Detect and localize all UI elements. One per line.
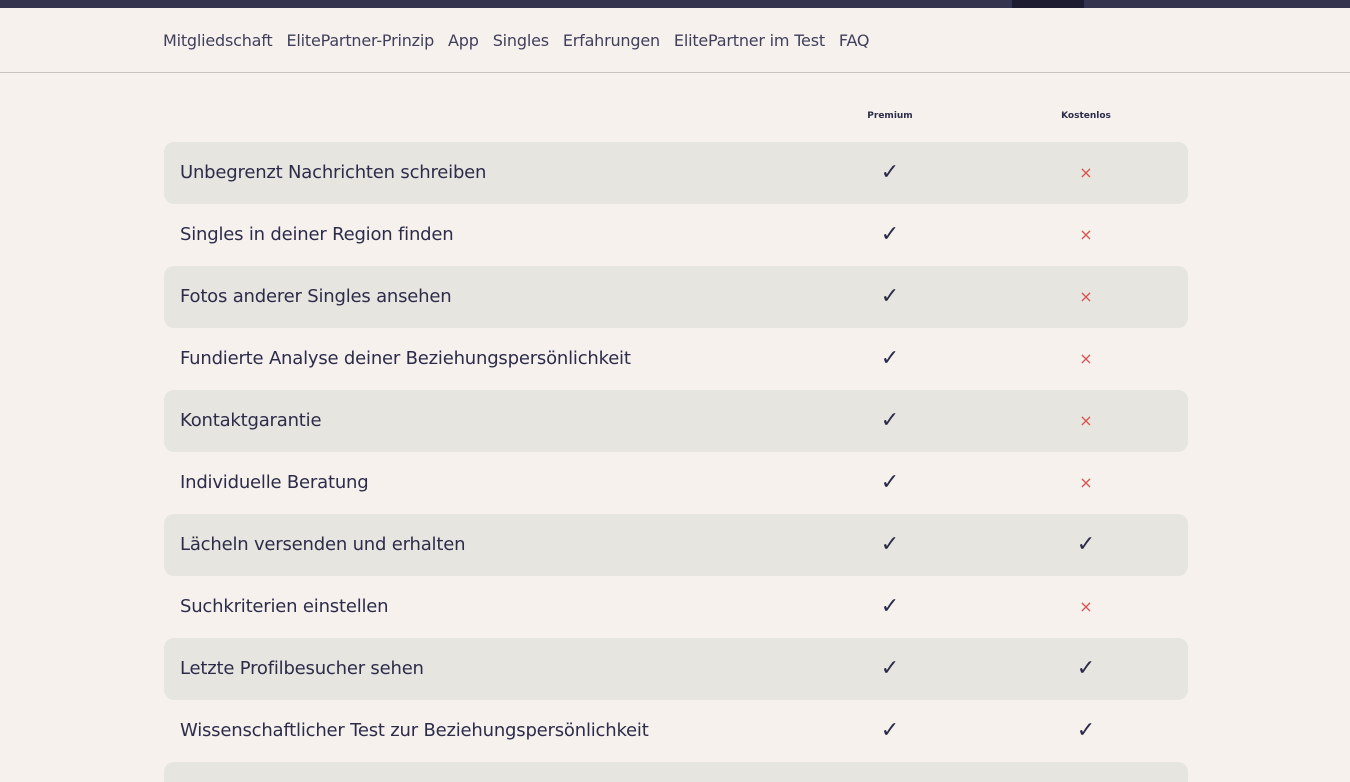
table-row: Unbegrenzt Nachrichten schreiben ✓ × (164, 142, 1188, 204)
feature-label: Letzte Profilbesucher sehen (180, 658, 424, 679)
check-icon: ✓ (880, 346, 900, 371)
check-icon: ✓ (880, 284, 900, 309)
table-row: Wissenschaftlicher Test zur Beziehungspe… (164, 700, 1188, 762)
top-color-bar (0, 0, 1350, 8)
comparison-table-rows: Unbegrenzt Nachrichten schreiben ✓ × Single… (164, 142, 1188, 762)
cross-icon: × (1079, 473, 1093, 492)
feature-label: Singles in deiner Region finden (180, 224, 454, 245)
nav-item-mitgliedschaft[interactable]: Mitgliedschaft (163, 31, 273, 50)
nav-item-elitepartner-prinzip[interactable]: ElitePartner-Prinzip (286, 31, 434, 50)
main-navigation: Mitgliedschaft ElitePartner-Prinzip App … (0, 8, 1350, 73)
free-cell: × (1056, 576, 1116, 638)
cross-icon: × (1079, 287, 1093, 306)
feature-label: Suchkriterien einstellen (180, 596, 389, 617)
premium-cell: ✓ (860, 700, 920, 762)
cross-icon: × (1079, 597, 1093, 616)
nav-item-app[interactable]: App (448, 31, 479, 50)
free-cell: × (1056, 204, 1116, 266)
free-cell: × (1056, 266, 1116, 328)
premium-cell: ✓ (860, 638, 920, 700)
premium-cell: ✓ (860, 204, 920, 266)
premium-cell: ✓ (860, 142, 920, 204)
table-row: Singles in deiner Region finden ✓ × (164, 204, 1188, 266)
premium-cell: ✓ (860, 452, 920, 514)
premium-cell: ✓ (860, 514, 920, 576)
check-icon: ✓ (880, 718, 900, 743)
cross-icon: × (1079, 225, 1093, 244)
feature-label: Wissenschaftlicher Test zur Beziehungspe… (180, 720, 649, 741)
nav-item-erfahrungen[interactable]: Erfahrungen (563, 31, 660, 50)
check-icon: ✓ (880, 222, 900, 247)
feature-label: Individuelle Beratung (180, 472, 369, 493)
premium-cell: ✓ (860, 328, 920, 390)
column-header-premium: Premium (867, 111, 913, 121)
free-cell: × (1056, 390, 1116, 452)
free-cell: × (1056, 142, 1116, 204)
table-row-partial (164, 762, 1188, 782)
nav-item-singles[interactable]: Singles (493, 31, 549, 50)
table-row: Lächeln versenden und erhalten ✓ ✓ (164, 514, 1188, 576)
check-icon: ✓ (880, 160, 900, 185)
nav-item-elitepartner-im-test[interactable]: ElitePartner im Test (674, 31, 825, 50)
check-icon: ✓ (880, 408, 900, 433)
check-icon: ✓ (880, 656, 900, 681)
comparison-table-header: Premium Kostenlos (0, 111, 1350, 127)
free-cell: ✓ (1056, 700, 1116, 762)
premium-cell: ✓ (860, 266, 920, 328)
feature-label: Fotos anderer Singles ansehen (180, 286, 452, 307)
cross-icon: × (1079, 163, 1093, 182)
free-cell: × (1056, 328, 1116, 390)
feature-label: Lächeln versenden und erhalten (180, 534, 466, 555)
table-row: Letzte Profilbesucher sehen ✓ ✓ (164, 638, 1188, 700)
feature-label: Kontaktgarantie (180, 410, 322, 431)
check-icon: ✓ (1076, 532, 1096, 557)
cross-icon: × (1079, 411, 1093, 430)
feature-label: Fundierte Analyse deiner Beziehungspersö… (180, 348, 631, 369)
check-icon: ✓ (1076, 656, 1096, 681)
top-bar-accent (1012, 0, 1084, 8)
check-icon: ✓ (880, 532, 900, 557)
table-row: Kontaktgarantie ✓ × (164, 390, 1188, 452)
nav-item-faq[interactable]: FAQ (839, 31, 870, 50)
nav-items: Mitgliedschaft ElitePartner-Prinzip App … (163, 8, 870, 72)
free-cell: ✓ (1056, 514, 1116, 576)
column-header-free: Kostenlos (1061, 111, 1111, 121)
table-row: Fotos anderer Singles ansehen ✓ × (164, 266, 1188, 328)
check-icon: ✓ (880, 470, 900, 495)
table-row: Suchkriterien einstellen ✓ × (164, 576, 1188, 638)
free-cell: ✓ (1056, 638, 1116, 700)
table-row: Individuelle Beratung ✓ × (164, 452, 1188, 514)
check-icon: ✓ (1076, 718, 1096, 743)
premium-cell: ✓ (860, 576, 920, 638)
free-cell: × (1056, 452, 1116, 514)
cross-icon: × (1079, 349, 1093, 368)
table-row: Fundierte Analyse deiner Beziehungspersö… (164, 328, 1188, 390)
premium-cell: ✓ (860, 390, 920, 452)
check-icon: ✓ (880, 594, 900, 619)
feature-label: Unbegrenzt Nachrichten schreiben (180, 162, 487, 183)
